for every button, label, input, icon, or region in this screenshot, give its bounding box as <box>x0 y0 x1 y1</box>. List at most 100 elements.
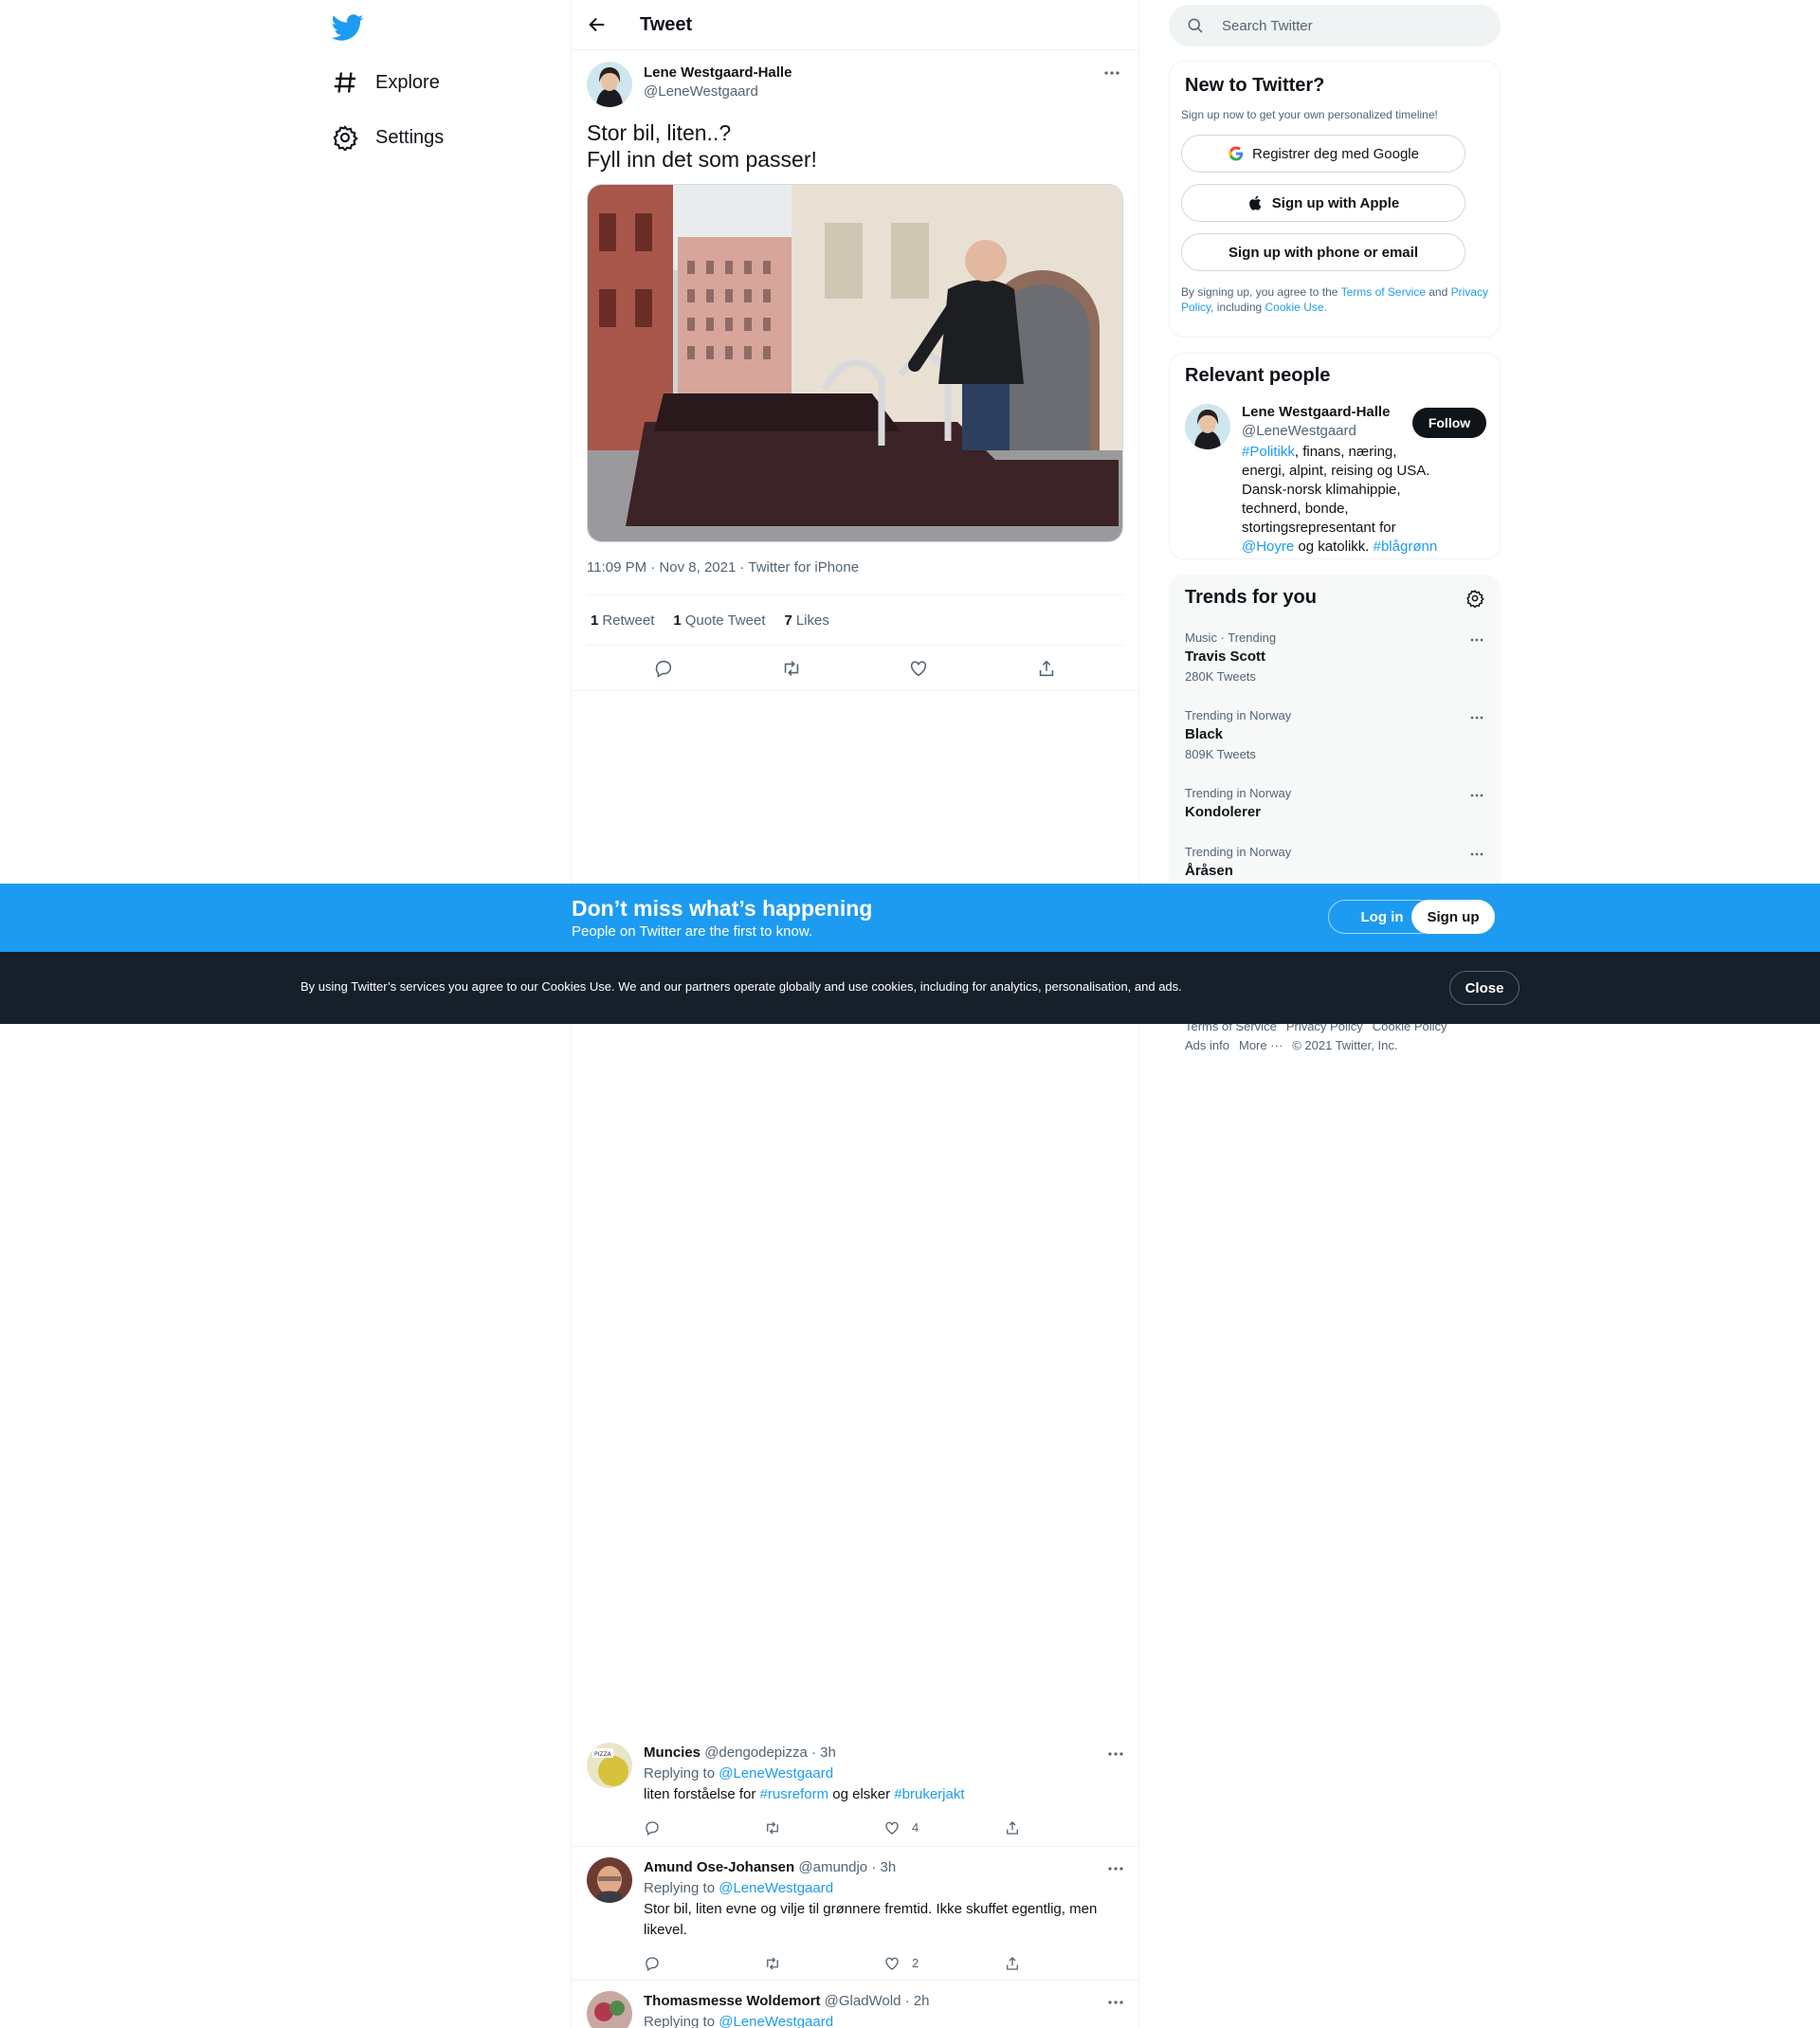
gear-icon[interactable] <box>1465 589 1484 608</box>
terms-link[interactable]: Terms of Service <box>1341 285 1426 299</box>
share-icon <box>1006 1957 1018 1970</box>
trend-item[interactable]: Music · Trending Travis Scott 280K Tweet… <box>1185 630 1486 684</box>
reply-handle-time[interactable]: @amundjo · 3h <box>798 1859 896 1875</box>
avatar[interactable] <box>587 62 632 107</box>
apple-signup-label: Sign up with Apple <box>1271 194 1400 211</box>
apple-signup-button[interactable]: Sign up with Apple <box>1181 184 1465 222</box>
retweet-button[interactable] <box>764 1819 884 1836</box>
share-button[interactable] <box>1004 1955 1124 1972</box>
banner-subtitle: People on Twitter are the first to know. <box>572 923 813 940</box>
reply-button[interactable] <box>644 1819 764 1836</box>
search-box[interactable] <box>1169 5 1501 46</box>
share-icon[interactable] <box>1036 658 1057 679</box>
author-name[interactable]: Lene Westgaard-Halle <box>644 64 792 81</box>
trend-name: Kondolerer <box>1185 804 1262 820</box>
cookie-link[interactable]: Cookie Use. <box>1265 301 1327 314</box>
trend-item[interactable]: Trending in Norway Åråsen <box>1185 845 1486 879</box>
close-button[interactable]: Close <box>1449 971 1520 1005</box>
like-icon <box>885 1821 899 1835</box>
replying-to-label: Replying to <box>644 2014 716 2028</box>
share-button[interactable] <box>1004 1819 1124 1836</box>
hashtag-link[interactable]: #blågrønn <box>1374 539 1438 555</box>
avatar[interactable] <box>587 1991 632 2028</box>
more-options-icon[interactable] <box>1467 786 1486 805</box>
retweet-icon[interactable] <box>781 658 802 679</box>
reply-author-name[interactable]: Amund Ose-Johansen <box>644 1859 794 1875</box>
more-options-icon[interactable] <box>1467 630 1486 649</box>
apple-icon <box>1247 194 1272 211</box>
tweet-timestamp[interactable]: 11:09 PM · Nov 8, 2021 · Twitter for iPh… <box>587 559 1123 595</box>
follow-button[interactable]: Follow <box>1412 408 1486 438</box>
replying-to-link[interactable]: @LeneWestgaard <box>719 1880 833 1896</box>
stat-count: 7 <box>784 612 792 629</box>
trend-count: 809K Tweets <box>1185 747 1256 761</box>
trend-item[interactable]: Trending in Norway Black 809K Tweets <box>1185 708 1486 761</box>
bio-text: og katolikk. <box>1294 539 1374 555</box>
trend-item[interactable]: Trending in Norway Kondolerer <box>1185 786 1486 820</box>
main-tweet: Lene Westgaard-Halle @LeneWestgaard Stor… <box>572 50 1138 691</box>
card-subtitle: Sign up now to get your own personalized… <box>1181 108 1438 121</box>
reply-author-name[interactable]: Muncies <box>644 1745 701 1761</box>
more-options-icon[interactable] <box>1467 708 1486 727</box>
person-bio: #Politikk, finans, næring, energi, alpin… <box>1242 443 1441 557</box>
trend-context: Trending in Norway <box>1185 708 1292 722</box>
retweet-button[interactable] <box>764 1955 884 1972</box>
card-title: Relevant people <box>1185 365 1331 386</box>
share-icon <box>1006 1821 1018 1835</box>
reply-handle-time[interactable]: @GladWold · 2h <box>825 1993 930 2009</box>
reply-handle-time[interactable]: @dengodepizza · 3h <box>704 1745 836 1761</box>
reply-author-name[interactable]: Thomasmesse Woldemort <box>644 1993 820 2009</box>
nav-settings[interactable]: Settings <box>332 114 444 161</box>
legal-part: By signing up, you agree to the <box>1181 285 1341 299</box>
phone-email-signup-button[interactable]: Sign up with phone or email <box>1181 233 1465 271</box>
google-signup-button[interactable]: Registrer deg med Google <box>1181 135 1465 173</box>
search-input[interactable] <box>1222 17 1468 34</box>
back-arrow-icon[interactable] <box>587 14 608 35</box>
person-name[interactable]: Lene Westgaard-Halle <box>1242 404 1441 420</box>
signup-button[interactable]: Sign up <box>1411 900 1495 934</box>
banner-title: Don’t miss what’s happening <box>572 896 873 921</box>
footer-more-link[interactable]: More ··· <box>1239 1038 1283 1052</box>
tweet-photo[interactable] <box>587 184 1123 542</box>
more-options-icon[interactable] <box>1104 1743 1127 1765</box>
reply-icon[interactable] <box>653 658 674 679</box>
hashtag-link[interactable]: #brukerjakt <box>894 1786 964 1802</box>
mention-link[interactable]: @Hoyre <box>1242 539 1294 555</box>
person-handle[interactable]: @LeneWestgaard <box>1242 423 1441 439</box>
reply-button[interactable] <box>644 1955 764 1972</box>
reply-tweet[interactable]: Thomasmesse Woldemort @GladWold · 2h Rep… <box>572 1983 1138 2028</box>
replying-to-link[interactable]: @LeneWestgaard <box>719 1765 833 1781</box>
person-cell[interactable]: Lene Westgaard-Halle @LeneWestgaard #Pol… <box>1185 404 1486 557</box>
more-options-icon[interactable] <box>1101 62 1123 84</box>
hashtag-link[interactable]: #rusreform <box>760 1786 829 1802</box>
more-options-icon[interactable] <box>1104 1857 1127 1880</box>
reply-tweet[interactable]: Amund Ose-Johansen @amundjo · 3h Replyin… <box>572 1850 1138 1981</box>
like-icon <box>885 1957 899 1970</box>
author-handle[interactable]: @LeneWestgaard <box>644 83 792 100</box>
like-button[interactable]: 4 <box>883 1818 1004 1838</box>
more-options-icon[interactable] <box>1467 845 1486 864</box>
copyright: © 2021 Twitter, Inc. <box>1292 1038 1398 1052</box>
replying-to-link[interactable]: @LeneWestgaard <box>719 2014 833 2028</box>
retweets-stat[interactable]: 1 Retweet <box>591 612 654 629</box>
relevant-people-card: Relevant people Lene Westgaard-Halle @Le… <box>1169 353 1501 559</box>
avatar[interactable] <box>587 1857 632 1903</box>
retweet-icon <box>766 1957 778 1970</box>
nav-explore[interactable]: Explore <box>332 59 440 106</box>
nav-settings-label: Settings <box>375 126 445 148</box>
avatar[interactable] <box>1185 404 1230 449</box>
stat-label: Retweet <box>602 612 655 629</box>
google-signup-label: Registrer deg med Google <box>1252 145 1419 162</box>
like-icon[interactable] <box>908 658 929 679</box>
legal-part: and <box>1425 285 1451 299</box>
hashtag-link[interactable]: #Politikk <box>1242 444 1295 460</box>
avatar[interactable]: PIZZA <box>587 1743 632 1788</box>
likes-stat[interactable]: 7 Likes <box>785 612 829 629</box>
reply-tweet[interactable]: PIZZA Muncies @dengodepizza · 3h Replyin… <box>572 1735 1138 1847</box>
twitter-logo-icon[interactable] <box>332 11 364 44</box>
more-options-icon[interactable] <box>1104 1991 1127 2014</box>
trend-context: Music · Trending <box>1185 630 1277 645</box>
footer-ads-link[interactable]: Ads info <box>1185 1038 1229 1052</box>
quote-tweets-stat[interactable]: 1 Quote Tweet <box>673 612 765 629</box>
like-button[interactable]: 2 <box>883 1953 1004 1974</box>
